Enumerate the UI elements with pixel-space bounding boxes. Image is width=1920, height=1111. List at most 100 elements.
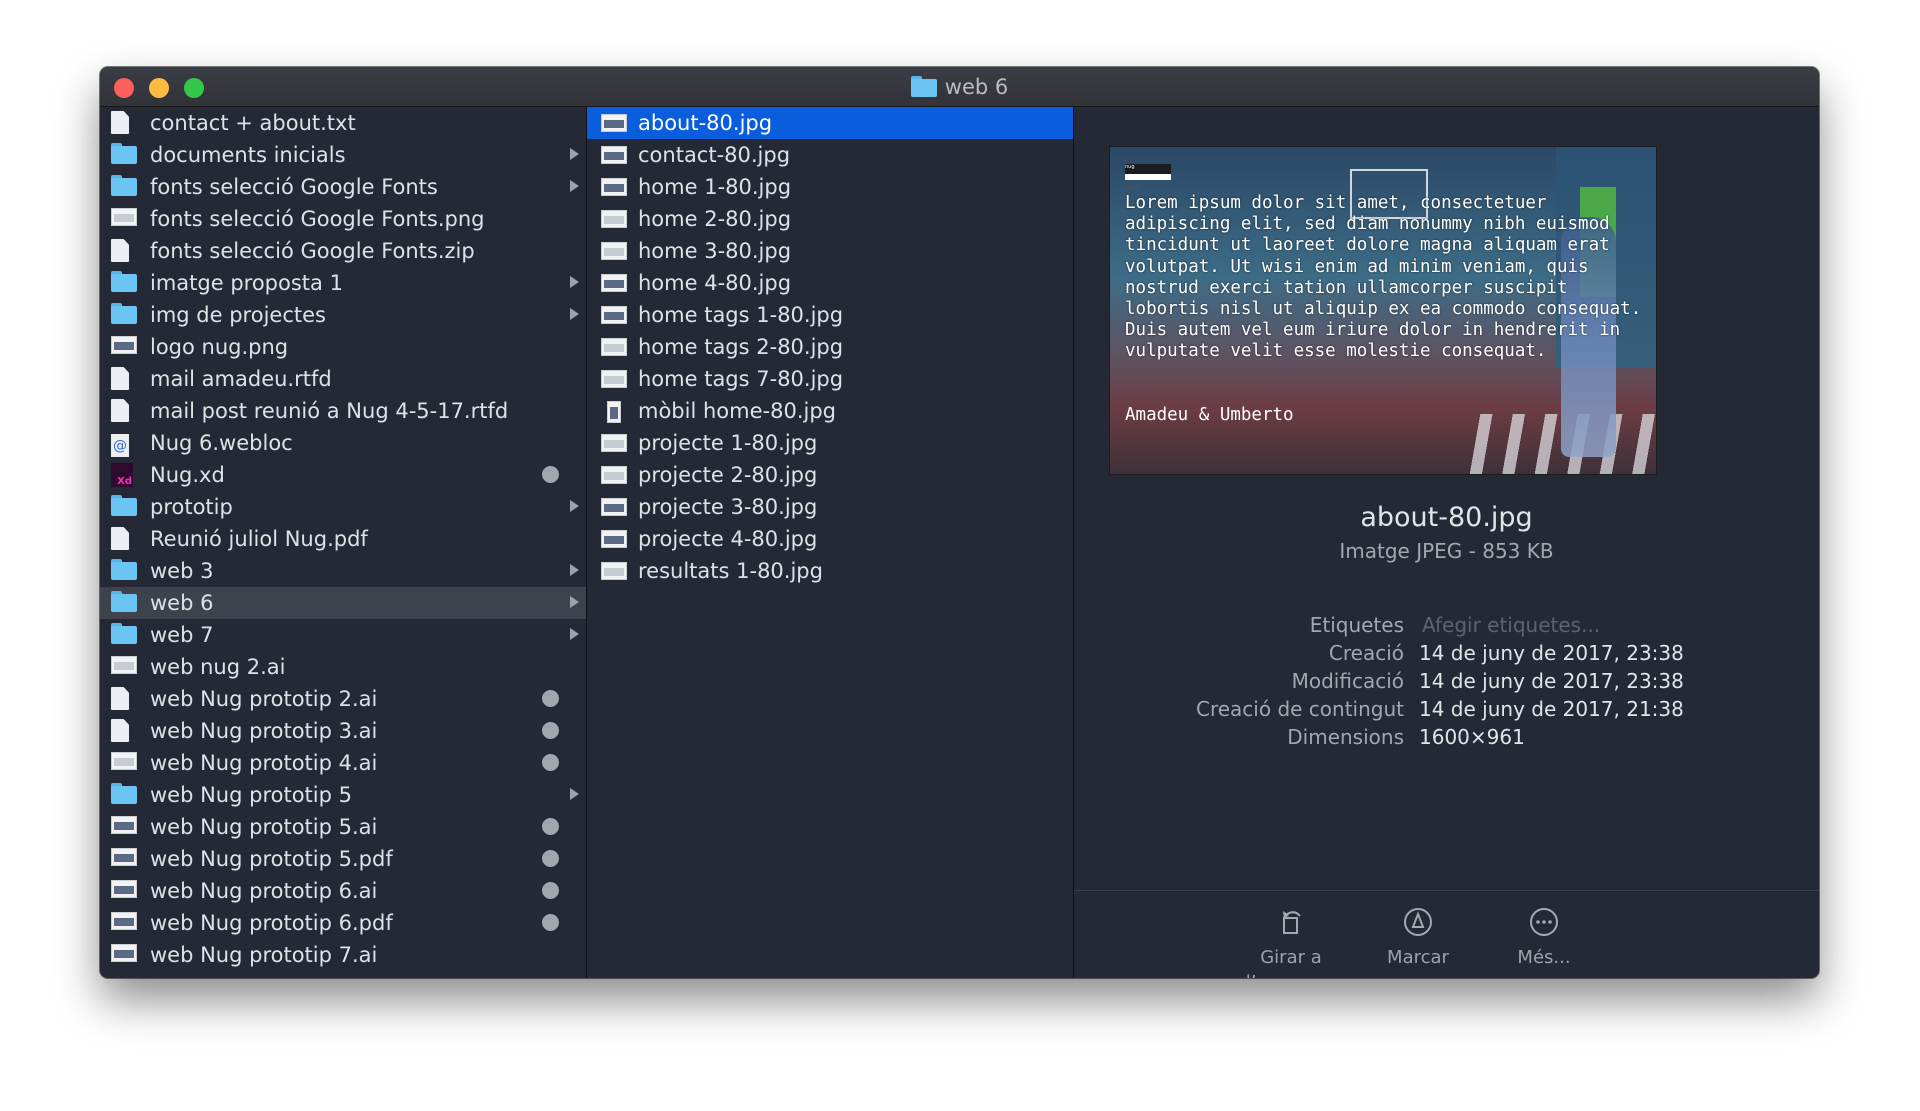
zip-icon (111, 239, 135, 263)
markup-button[interactable]: Marcar (1348, 907, 1488, 970)
list-item[interactable]: @ Nug 6.webloc (100, 427, 586, 459)
list-item[interactable]: contact-80.jpg (587, 139, 1073, 171)
list-item[interactable]: web nug 2.ai (100, 651, 586, 683)
list-item[interactable]: web Nug prototip 5 (100, 779, 586, 811)
meta-key: Dimensions (1287, 725, 1404, 749)
ai-icon (111, 655, 137, 679)
list-item[interactable]: web Nug prototip 7.ai (100, 939, 586, 971)
list-item[interactable]: web 7 (100, 619, 586, 651)
list-item[interactable]: projecte 1-80.jpg (587, 427, 1073, 459)
list-item[interactable]: projecte 4-80.jpg (587, 523, 1073, 555)
list-item-label: Nug 6.webloc (150, 431, 293, 455)
folder-icon (111, 303, 137, 327)
list-item[interactable]: fonts selecció Google Fonts (100, 171, 586, 203)
tag-dot-icon (542, 914, 559, 931)
list-item-label: resultats 1-80.jpg (638, 559, 823, 583)
pdf-icon (111, 911, 137, 935)
list-item[interactable]: web Nug prototip 5.pdf (100, 843, 586, 875)
meta-row-created: Creació 14 de juny de 2017, 23:38 (1074, 641, 1819, 667)
meta-value: 14 de juny de 2017, 21:38 (1419, 697, 1684, 721)
list-item-label: fonts selecció Google Fonts.zip (150, 239, 475, 263)
list-item[interactable]: logo nug.png (100, 331, 586, 363)
image-thumbnail-icon (601, 177, 627, 197)
list-item-label: web Nug prototip 5.ai (150, 815, 378, 839)
list-item[interactable]: img de projectes (100, 299, 586, 331)
image-thumbnail-icon (601, 465, 627, 485)
list-item[interactable]: projecte 2-80.jpg (587, 459, 1073, 491)
preview-actions-divider (1074, 890, 1819, 891)
list-item[interactable]: home 1-80.jpg (587, 171, 1073, 203)
list-item[interactable]: home 2-80.jpg (587, 203, 1073, 235)
tags-input[interactable]: Afegir etiquetes... (1422, 613, 1600, 637)
list-item-label: web Nug prototip 4.ai (150, 751, 378, 775)
list-item-label: documents inicials (150, 143, 346, 167)
list-item[interactable]: home 3-80.jpg (587, 235, 1073, 267)
list-item-label: home 2-80.jpg (638, 207, 792, 231)
list-item-label: home 1-80.jpg (638, 175, 792, 199)
folder-icon (111, 591, 137, 615)
list-item[interactable]: imatge proposta 1 (100, 267, 586, 299)
image-thumbnail-icon (601, 209, 627, 229)
list-item[interactable]: home tags 2-80.jpg (587, 331, 1073, 363)
list-item[interactable]: Reunió juliol Nug.pdf (100, 523, 586, 555)
list-item[interactable]: web Nug prototip 3.ai (100, 715, 586, 747)
meta-row-modified: Modificació 14 de juny de 2017, 23:38 (1074, 669, 1819, 695)
list-item-label: web Nug prototip 6.ai (150, 879, 378, 903)
list-item[interactable]: projecte 3-80.jpg (587, 491, 1073, 523)
list-item[interactable]: web Nug prototip 2.ai (100, 683, 586, 715)
list-item-label: fonts selecció Google Fonts (150, 175, 438, 199)
disclosure-arrow-icon (570, 564, 579, 576)
image-icon (111, 335, 137, 359)
list-item[interactable]: mail amadeu.rtfd (100, 363, 586, 395)
list-item-label: contact + about.txt (150, 111, 356, 135)
browser-column-1[interactable]: contact + about.txt documents inicials f… (100, 107, 587, 978)
meta-key: Creació de contingut (1195, 697, 1404, 721)
ai-icon (111, 943, 137, 967)
markup-label: Marcar (1387, 947, 1449, 968)
list-item[interactable]: web Nug prototip 6.pdf (100, 907, 586, 939)
list-item[interactable]: documents inicials (100, 139, 586, 171)
list-item[interactable]: fonts selecció Google Fonts.png (100, 203, 586, 235)
list-item[interactable]: home tags 7-80.jpg (587, 363, 1073, 395)
preview-pane: nug search Lorem ipsum dolor sit amet, c… (1074, 107, 1819, 978)
list-item-label: web Nug prototip 6.pdf (150, 911, 393, 935)
list-item-label: about-80.jpg (638, 111, 773, 135)
image-thumbnail-icon (601, 145, 627, 165)
list-item[interactable]: mòbil home-80.jpg (587, 395, 1073, 427)
list-item-selected[interactable]: about-80.jpg (587, 107, 1073, 139)
list-item[interactable]: home 4-80.jpg (587, 267, 1073, 299)
browser-column-2[interactable]: about-80.jpg contact-80.jpg home 1-80.jp… (587, 107, 1074, 978)
image-thumbnail-icon (601, 273, 627, 293)
disclosure-arrow-icon (570, 148, 579, 160)
list-item[interactable]: Nug.xd (100, 459, 586, 491)
list-item[interactable]: web Nug prototip 4.ai (100, 747, 586, 779)
image-thumbnail-icon (601, 305, 627, 325)
list-item-selected[interactable]: web 6 (100, 587, 586, 619)
more-button[interactable]: Més... (1474, 907, 1614, 970)
list-item-label: home tags 2-80.jpg (638, 335, 844, 359)
ai-icon (111, 879, 137, 903)
list-item-label: web Nug prototip 5.pdf (150, 847, 393, 871)
list-item-label: web nug 2.ai (150, 655, 286, 679)
list-item[interactable]: prototip (100, 491, 586, 523)
list-item[interactable]: web 3 (100, 555, 586, 587)
folder-icon (111, 495, 137, 519)
rtfd-icon (111, 399, 135, 423)
list-item[interactable]: fonts selecció Google Fonts.zip (100, 235, 586, 267)
rotate-left-button[interactable]: Girar a l’esquerra (1221, 907, 1361, 978)
list-item[interactable]: mail post reunió a Nug 4-5-17.rtfd (100, 395, 586, 427)
list-item[interactable]: web Nug prototip 6.ai (100, 875, 586, 907)
list-item[interactable]: web Nug prototip 5.ai (100, 811, 586, 843)
preview-image[interactable]: nug search Lorem ipsum dolor sit amet, c… (1109, 146, 1657, 475)
list-item-label: Reunió juliol Nug.pdf (150, 527, 368, 551)
folder-icon (111, 783, 137, 807)
list-item[interactable]: contact + about.txt (100, 107, 586, 139)
list-item[interactable]: resultats 1-80.jpg (587, 555, 1073, 587)
title-bar[interactable]: web 6 (100, 67, 1819, 107)
list-item[interactable]: home tags 1-80.jpg (587, 299, 1073, 331)
preview-image-text: Lorem ipsum dolor sit amet, consectetuer… (1125, 193, 1642, 362)
tag-dot-icon (542, 850, 559, 867)
list-item-label: home tags 7-80.jpg (638, 367, 844, 391)
preview-mini-search: search (1125, 174, 1171, 190)
list-item-label: mail amadeu.rtfd (150, 367, 332, 391)
